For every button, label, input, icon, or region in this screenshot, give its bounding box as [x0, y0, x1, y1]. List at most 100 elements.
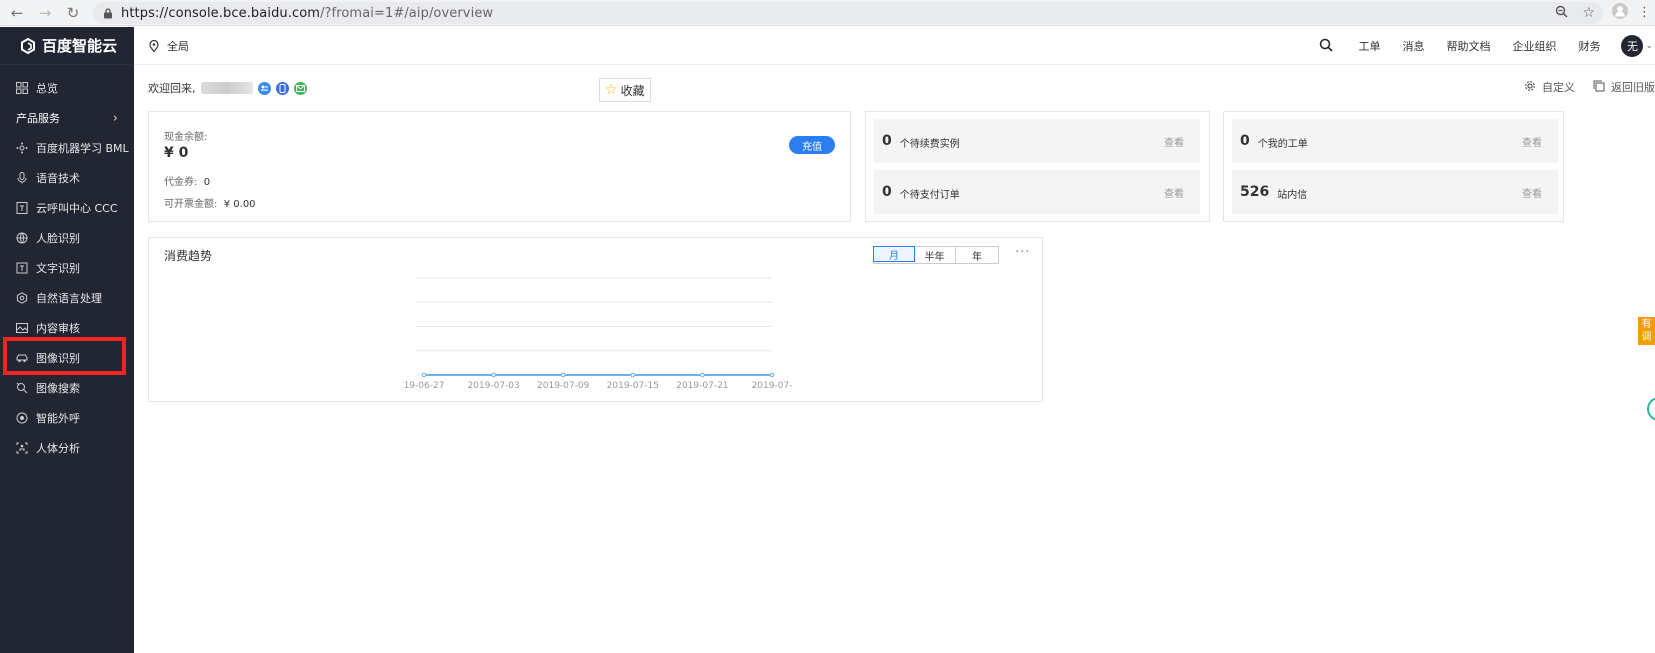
avatar[interactable]: 无 [1621, 35, 1644, 57]
sidebar-item[interactable]: 自然语言处理 [0, 283, 134, 313]
stat-label: 个待续费实例 [899, 139, 960, 150]
text-box-icon [16, 262, 28, 274]
sidebar-item[interactable]: 人体分析 [0, 433, 134, 463]
sidebar-item[interactable]: 人脸识别 [0, 223, 134, 253]
address-bar[interactable]: https://console.bce.baidu.com/?fromai=1#… [93, 2, 1603, 24]
back-icon[interactable]: ← [6, 2, 28, 24]
data-point [630, 372, 636, 378]
welcome-text: 欢迎回来, [148, 82, 196, 95]
stat-inbox: 526 站内信 查看 [1232, 170, 1558, 214]
browser-menu-icon[interactable]: ⋮ [1638, 5, 1651, 20]
stat-label: 站内信 [1277, 190, 1308, 201]
header-link-ticket[interactable]: 工单 [1358, 38, 1380, 54]
gear-icon[interactable] [1524, 80, 1536, 95]
back-to-old-link[interactable]: 返回旧版 [1611, 79, 1655, 95]
sidebar-item-overview[interactable]: 总览 [0, 73, 134, 103]
balance-card: 现金余额: ¥ 0 充值 代金券: 0 可开票金额: ¥ 0.00 [148, 111, 851, 222]
sidebar-item[interactable]: 文字识别 [0, 253, 134, 283]
customize-link[interactable]: 自定义 [1542, 79, 1575, 95]
network-icon [16, 142, 28, 154]
forward-icon[interactable]: → [34, 2, 56, 24]
view-link[interactable]: 查看 [1164, 185, 1184, 200]
sidebar-item[interactable]: 图像搜索 [0, 373, 134, 403]
floating-chat-icon[interactable] [1647, 397, 1655, 421]
sidebar-item-label: 人脸识别 [36, 232, 80, 245]
data-point [491, 372, 496, 378]
recharge-button[interactable]: 充值 [789, 136, 835, 154]
username-blurred [200, 82, 253, 94]
chevron-down-icon[interactable]: ⌄ [1645, 41, 1653, 51]
stat-label: 个我的工单 [1257, 139, 1308, 150]
cash-balance-value: ¥ 0 [164, 145, 189, 161]
sidebar-item[interactable]: 百度机器学习 BML [0, 133, 134, 163]
trend-chart: 19-06-27 2019-07-03 2019-07-09 2019-07-15 20… [404, 277, 793, 391]
view-link[interactable]: 查看 [1164, 134, 1184, 149]
sidebar-item-label: 总览 [36, 82, 58, 95]
lock-icon [103, 8, 113, 19]
sidebar-section-label: 产品服务 [16, 112, 60, 125]
sidebar-item-label: 语音技术 [36, 172, 80, 185]
microphone-icon [17, 172, 27, 184]
chevron-right-icon: › [112, 110, 118, 126]
cash-balance-label: 现金余额: [164, 132, 208, 143]
stat-my-tickets: 0 个我的工单 查看 [1232, 119, 1558, 163]
stat-number: 0 [882, 184, 892, 200]
floating-survey-tab[interactable]: 有 调 [1638, 317, 1655, 345]
stat-label: 个待支付订单 [899, 190, 960, 201]
view-link[interactable]: 查看 [1522, 185, 1542, 200]
header-link-org[interactable]: 企业组织 [1512, 38, 1556, 54]
view-link[interactable]: 查看 [1522, 134, 1542, 149]
header-link-finance[interactable]: 财务 [1578, 38, 1600, 54]
location-pin-icon [149, 39, 159, 52]
data-point [700, 372, 705, 378]
sidebar-item[interactable]: 云呼叫中心 CCC [0, 193, 134, 223]
page-actions: 自定义 返回旧版 [1524, 79, 1655, 95]
floating-tab-line: 调 [1641, 332, 1652, 343]
region-label: 全局 [167, 39, 189, 53]
sidebar-item[interactable]: 智能外呼 [0, 403, 134, 433]
sidebar-item-label: 内容审核 [36, 322, 80, 335]
voucher-label: 代金券: 0 [164, 177, 211, 188]
x-tick-label: 2019-07-21 [676, 381, 728, 391]
logo[interactable]: 百度智能云 [0, 27, 134, 65]
voucher-value: 0 [203, 177, 211, 188]
sidebar-item-label: 自然语言处理 [36, 292, 102, 305]
zoom-icon[interactable] [1555, 5, 1568, 21]
x-tick-label: 2019-07-15 [607, 381, 659, 391]
data-point [421, 372, 427, 378]
url-text: https://console.bce.baidu.com/?fromai=1#… [121, 5, 494, 21]
image-icon [16, 323, 28, 333]
email-verify-icon[interactable] [293, 81, 307, 95]
sidebar-section-products[interactable]: 产品服务 › [0, 103, 134, 133]
body-scan-icon [16, 442, 28, 454]
favorite-button[interactable]: ☆ 收藏 [599, 78, 651, 102]
phone-verify-icon[interactable] [275, 81, 289, 95]
profile-icon[interactable] [1612, 3, 1628, 22]
header-link-help[interactable]: 帮助文档 [1446, 38, 1490, 54]
logo-text: 百度智能云 [42, 37, 118, 55]
spend-trend-card: 消费趋势 月 半年 年 ··· 19-06-27 2019-07-03 2019-0… [148, 237, 1043, 402]
tickets-card: 0 个我的工单 查看 526 站内信 查看 [1223, 111, 1564, 222]
invoice-label: 可开票金额: ¥ 0.00 [164, 199, 256, 210]
sidebar-item-label: 图像搜索 [36, 382, 80, 395]
x-tick-label: 2019-07-09 [537, 381, 590, 391]
globe-icon [16, 232, 28, 244]
stat-pending-payment: 0 个待支付订单 查看 [874, 170, 1200, 214]
sidebar-item-label: 文字识别 [36, 262, 80, 275]
floating-tab-line: 有 [1641, 319, 1652, 330]
x-tick-label: 2019-07-03 [467, 381, 519, 391]
data-point [560, 372, 566, 378]
realname-verify-icon[interactable] [257, 81, 271, 95]
sidebar-item-label: 人体分析 [36, 442, 80, 455]
x-tick-label: 2019-07- [752, 381, 793, 391]
reload-icon[interactable]: ↻ [62, 2, 84, 24]
search-icon[interactable] [1319, 38, 1334, 55]
region-selector[interactable]: 全局 [149, 38, 189, 54]
stat-pending-renewal: 0 个待续费实例 查看 [874, 119, 1200, 163]
sidebar-item[interactable]: 语音技术 [0, 163, 134, 193]
copy-icon[interactable] [1593, 80, 1605, 95]
hexagon-icon [16, 292, 28, 304]
header-link-messages[interactable]: 消息 [1402, 38, 1424, 54]
stat-number: 0 [882, 133, 892, 149]
bookmark-star-icon[interactable]: ☆ [1582, 5, 1595, 21]
